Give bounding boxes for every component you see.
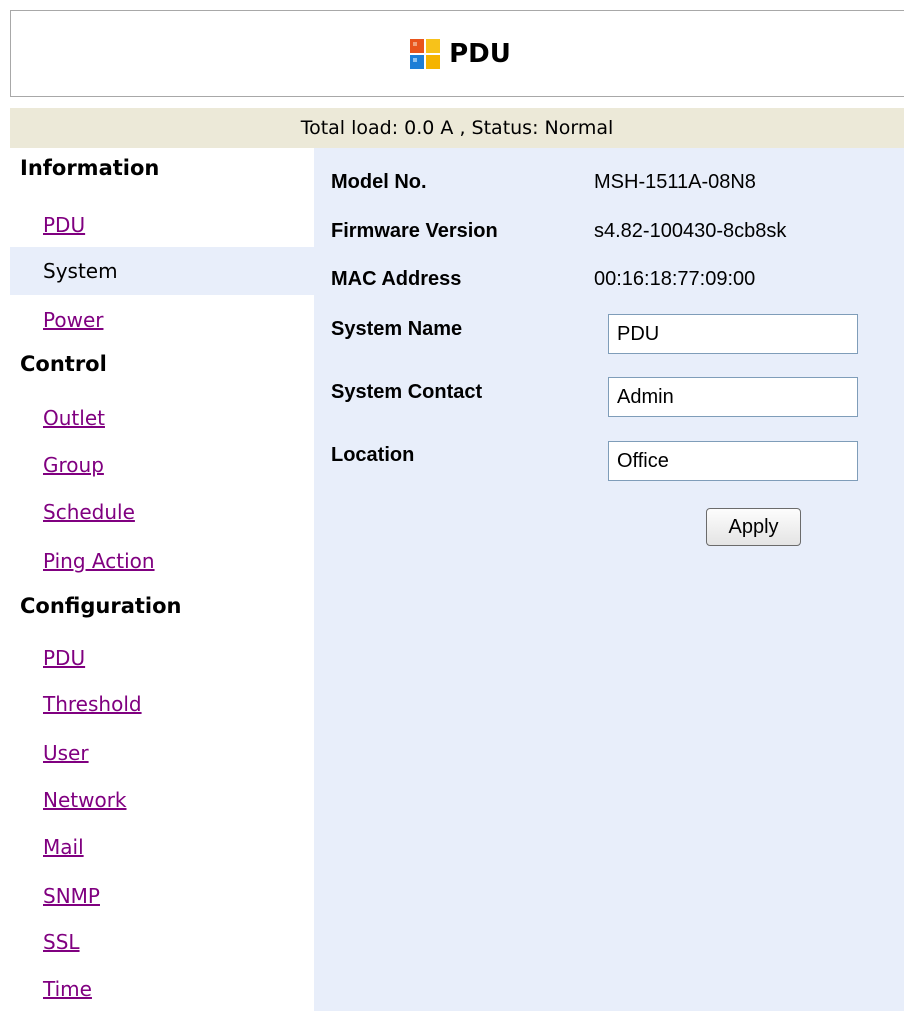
mac-value: 00:16:18:77:09:00 [594,268,756,290]
sidebar-item-ping-action[interactable]: Ping Action [10,537,314,585]
sidebar-item-user[interactable]: User [10,729,314,777]
sidebar-item-pdu[interactable]: PDU [10,201,314,249]
mac-label: MAC Address [331,268,462,290]
sidebar-item-schedule[interactable]: Schedule [10,488,314,536]
model-label: Model No. [331,171,427,193]
system-name-input[interactable] [608,314,858,354]
sidebar-item-threshold[interactable]: Threshold [10,680,314,728]
firmware-value: s4.82-100430-8cb8sk [594,220,787,242]
sidebar-heading-control: Control [20,352,107,376]
page-title: PDU [449,38,511,69]
location-input[interactable] [608,441,858,481]
page-header: PDU [10,10,904,97]
status-bar: Total load: 0.0 A , Status: Normal [10,108,904,148]
sidebar-heading-information: Information [20,156,160,180]
sidebar-item-system[interactable]: System [10,247,314,295]
windows-logo-icon [410,38,441,69]
status-text: Total load: 0.0 A , Status: Normal [300,117,614,139]
sidebar-item-ssl[interactable]: SSL [10,918,314,966]
location-label: Location [331,444,415,466]
sidebar-item-snmp[interactable]: SNMP [10,872,314,920]
sidebar-item-config-pdu[interactable]: PDU [10,634,314,682]
model-value: MSH-1511A-08N8 [594,171,756,193]
firmware-label: Firmware Version [331,220,498,242]
system-contact-label: System Contact [331,381,483,403]
sidebar-item-outlet[interactable]: Outlet [10,394,314,442]
system-contact-input[interactable] [608,377,858,417]
sidebar-heading-configuration: Configuration [20,594,182,618]
sidebar-item-time[interactable]: Time [10,965,314,1013]
sidebar: Information PDU System Power Control Out… [10,148,314,1011]
system-info-panel: Model No. MSH-1511A-08N8 Firmware Versio… [314,148,904,1011]
sidebar-item-power[interactable]: Power [10,296,314,344]
apply-button[interactable]: Apply [706,508,801,546]
sidebar-item-network[interactable]: Network [10,776,314,824]
system-name-label: System Name [331,318,463,340]
sidebar-item-mail[interactable]: Mail [10,823,314,871]
sidebar-item-group[interactable]: Group [10,441,314,489]
